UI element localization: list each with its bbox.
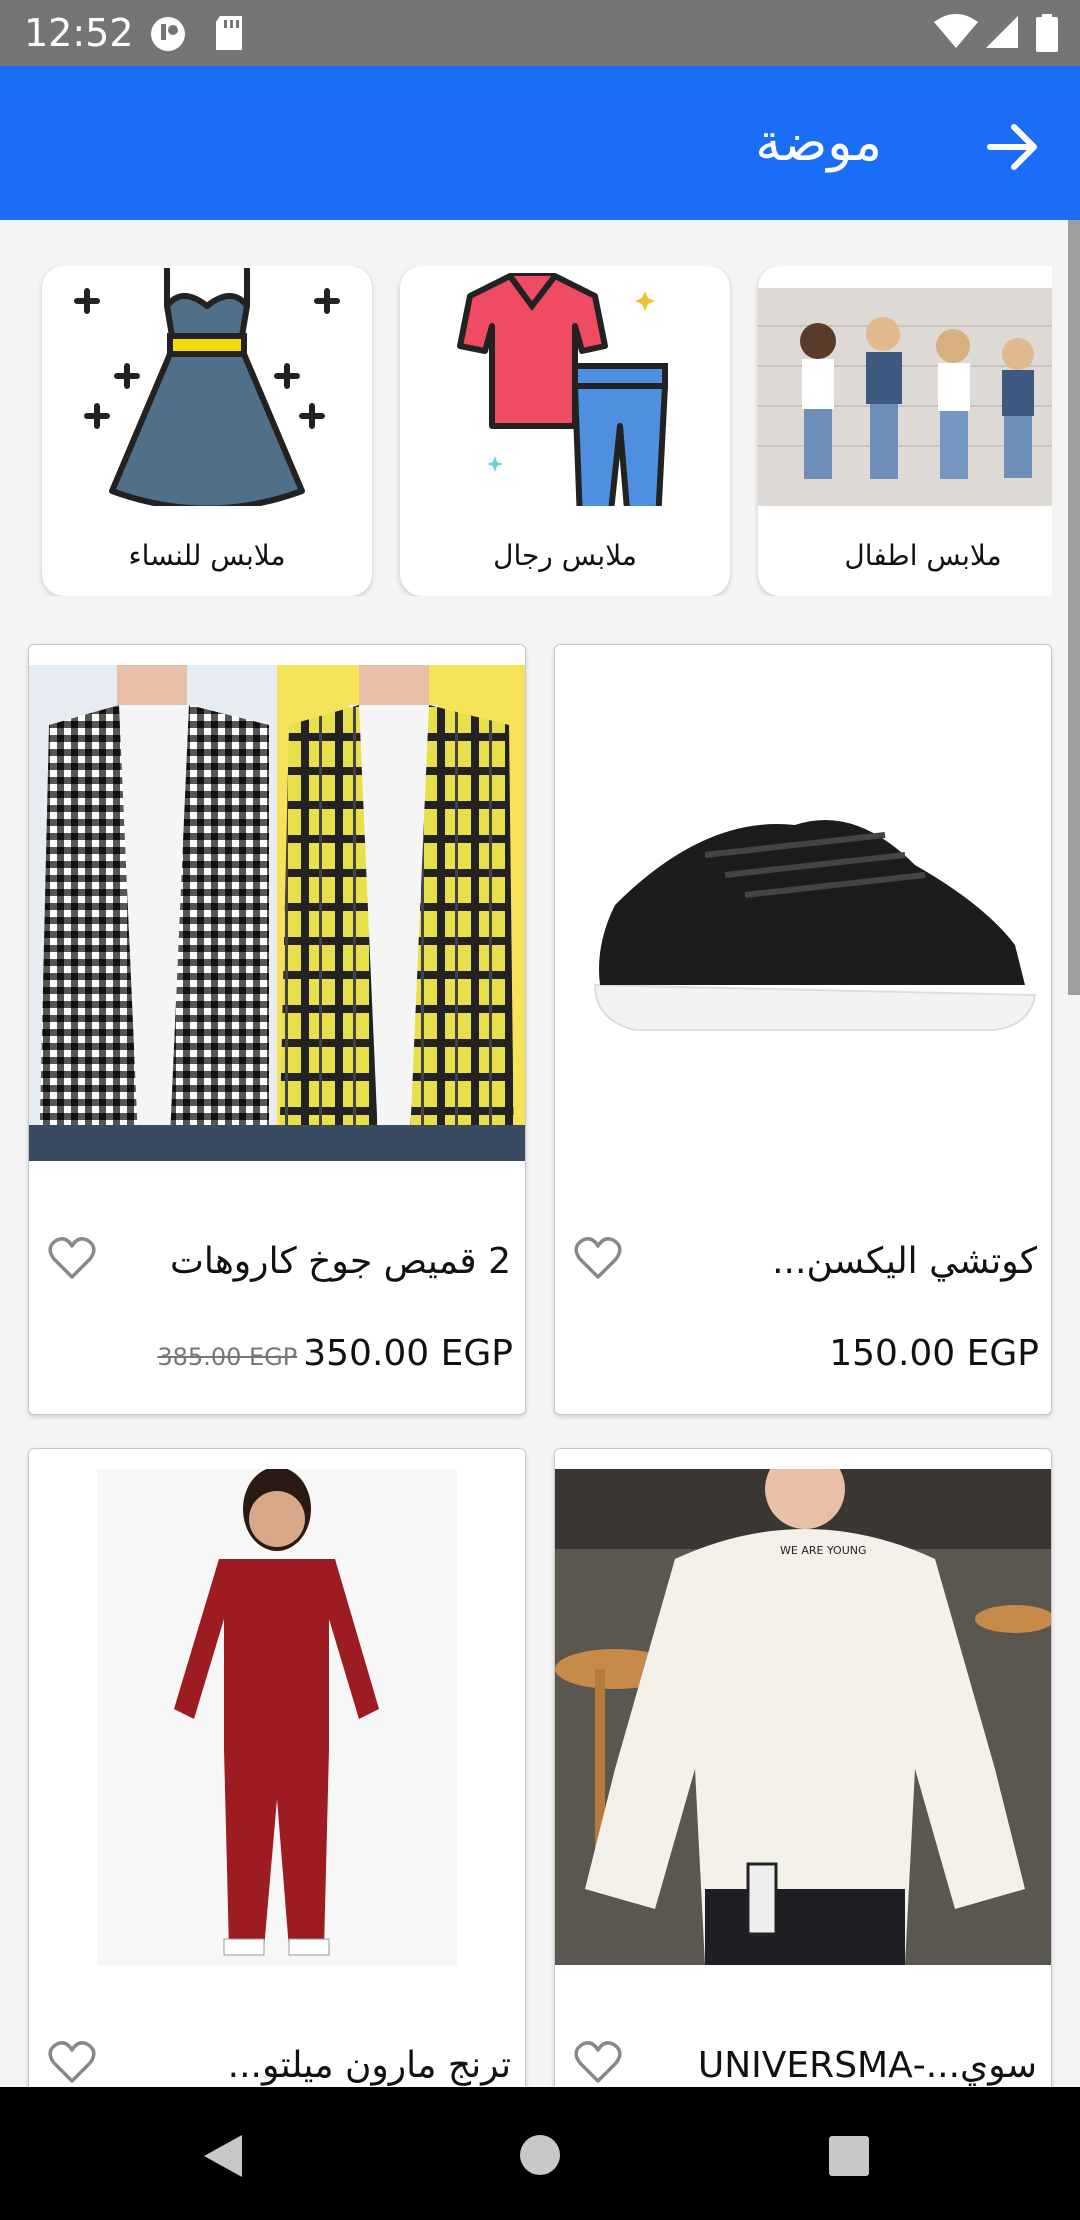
product-name: كوتشي اليكسن... <box>772 1241 1037 1282</box>
old-price: 385.00 EGP <box>157 1343 298 1371</box>
heart-icon[interactable] <box>573 1233 623 1283</box>
category-card-men[interactable]: ملابس رجال <box>400 266 730 596</box>
product-card[interactable]: كوتشي اليكسن... 150.00 EGP <box>554 644 1052 1415</box>
product-name: سوي...-UNIVERSMA <box>697 2045 1037 2086</box>
product-name: ترنج مارون ميلتو... <box>227 2045 511 2086</box>
arrow-right-icon[interactable] <box>984 118 1042 176</box>
product-price: 150.00 EGP <box>829 1333 1039 1374</box>
scrollbar[interactable] <box>1068 220 1080 995</box>
category-card-women[interactable]: ملابس للنساء <box>42 266 372 596</box>
sd-card-icon <box>216 16 242 50</box>
status-time: 12:52 <box>24 11 134 55</box>
home-circle-icon[interactable] <box>519 2134 561 2176</box>
shirt-pants-icon <box>457 273 668 506</box>
category-label: ملابس رجال <box>493 539 637 572</box>
battery-icon <box>1036 14 1058 52</box>
product-card[interactable]: ترنج مارون ميلتو... <box>28 1448 526 2087</box>
svg-text:WE ARE YOUNG: WE ARE YOUNG <box>780 1544 867 1557</box>
heart-icon[interactable] <box>47 1233 97 1283</box>
current-price: 350.00 EGP <box>303 1333 513 1374</box>
app-icon <box>151 17 185 51</box>
signal-icon <box>986 16 1018 48</box>
category-card-kids[interactable]: ملابس اطفال <box>758 266 1052 596</box>
category-label: ملابس اطفال <box>844 539 1002 572</box>
product-card[interactable]: 2 قميص جوخ كاروهات 385.00 EGP 350.00 EGP <box>28 644 526 1415</box>
navigation-bar <box>0 2087 1080 2220</box>
checkered-shirts <box>29 665 525 1161</box>
heart-icon[interactable] <box>573 2037 623 2087</box>
recents-square-icon[interactable] <box>828 2135 870 2177</box>
status-bar: 12:52 <box>0 0 1080 66</box>
dress-icon <box>74 268 340 506</box>
product-name: 2 قميص جوخ كاروهات <box>169 1241 511 1282</box>
maroon-tracksuit <box>29 1469 525 1965</box>
product-card[interactable]: WE ARE YOUNG سوي...-UNIVERSMA <box>554 1448 1052 2087</box>
black-sneaker <box>555 665 1051 1161</box>
heart-icon[interactable] <box>47 2037 97 2087</box>
white-sweatshirt: WE ARE YOUNG <box>555 1469 1051 1965</box>
current-price: 150.00 EGP <box>829 1333 1039 1374</box>
page-title: موضة <box>755 113 882 173</box>
product-price: 385.00 EGP 350.00 EGP <box>157 1333 513 1374</box>
categories-row[interactable]: ملابس اطفال ملابس رجال ملابس للنساء <box>0 266 1052 596</box>
content-area[interactable]: ملابس اطفال ملابس رجال ملابس للنساء كوتش… <box>0 220 1080 2087</box>
kids-photo <box>758 288 1052 506</box>
back-triangle-icon[interactable] <box>202 2133 244 2179</box>
wifi-icon <box>934 14 978 48</box>
category-label: ملابس للنساء <box>128 539 286 572</box>
app-bar: موضة <box>0 66 1080 220</box>
